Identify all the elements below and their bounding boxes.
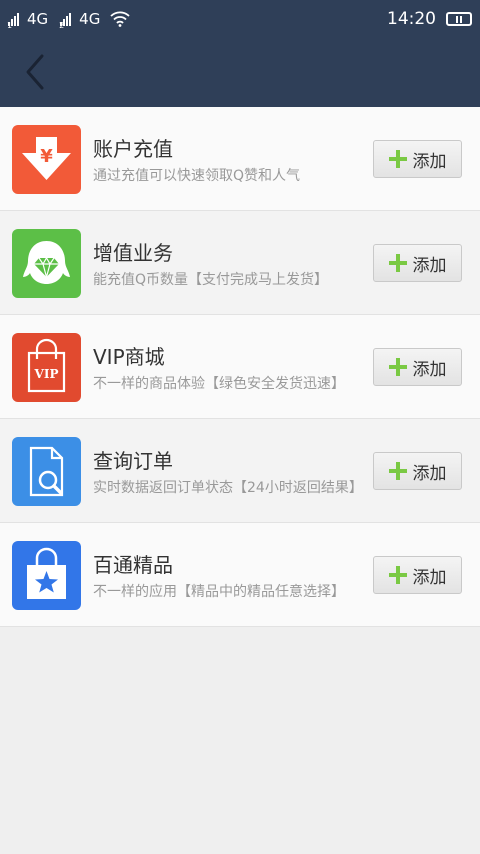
list-item[interactable]: ¥ 账户充值 通过充值可以快速领取Q赞和人气 添加 — [0, 107, 480, 211]
add-button[interactable]: 添加 — [373, 556, 462, 594]
status-bar: 1 4G 2 4G 14:20 — [0, 0, 480, 38]
plus-icon — [388, 462, 407, 480]
title-bar — [0, 38, 480, 107]
add-button[interactable]: 添加 — [373, 140, 462, 178]
add-button-label: 添加 — [412, 255, 447, 276]
list-item[interactable]: 百通精品 不一样的应用【精品中的精品任意选择】 添加 — [0, 523, 480, 627]
network-type-sim2: 4G — [79, 10, 101, 28]
back-button[interactable] — [20, 52, 50, 92]
status-right: 14:20 — [387, 0, 472, 38]
vip-bag-icon: VIP — [12, 333, 81, 402]
add-button-label: 添加 — [412, 567, 447, 588]
item-title: 查询订单 — [93, 449, 173, 473]
wifi-icon — [110, 11, 130, 27]
plus-icon — [388, 254, 407, 272]
penguin-diamond-icon — [12, 229, 81, 298]
service-list: ¥ 账户充值 通过充值可以快速领取Q赞和人气 添加 增值业务 能充值Q币数量【支… — [0, 107, 480, 627]
star-bag-icon — [12, 541, 81, 610]
item-title: VIP商城 — [93, 345, 165, 369]
add-button-label: 添加 — [412, 151, 447, 172]
list-item[interactable]: 增值业务 能充值Q币数量【支付完成马上发货】 添加 — [0, 211, 480, 315]
signal-icon: 1 — [7, 12, 19, 30]
add-button-label: 添加 — [412, 359, 447, 380]
list-item[interactable]: 查询订单 实时数据返回订单状态【24小时返回结果】 添加 — [0, 419, 480, 523]
item-description: 能充值Q币数量【支付完成马上发货】 — [93, 272, 329, 288]
chevron-left-icon — [26, 54, 44, 90]
svg-text:VIP: VIP — [34, 367, 59, 381]
add-button[interactable]: 添加 — [373, 244, 462, 282]
item-description: 通过充值可以快速领取Q赞和人气 — [93, 168, 301, 184]
plus-icon — [388, 150, 407, 168]
battery-icon — [446, 12, 472, 26]
item-description: 不一样的应用【精品中的精品任意选择】 — [93, 584, 345, 600]
status-left: 1 4G 2 4G — [7, 0, 130, 38]
list-item[interactable]: VIP VIP商城 不一样的商品体验【绿色安全发货迅速】 添加 — [0, 315, 480, 419]
item-description: 实时数据返回订单状态【24小时返回结果】 — [93, 480, 363, 496]
plus-icon — [388, 566, 407, 584]
add-button[interactable]: 添加 — [373, 452, 462, 490]
plus-icon — [388, 358, 407, 376]
signal-icon: 2 — [59, 12, 72, 30]
item-title: 百通精品 — [93, 553, 173, 577]
svg-text:¥: ¥ — [40, 146, 53, 167]
document-search-icon — [12, 437, 81, 506]
yen-download-icon: ¥ — [12, 125, 81, 194]
item-title: 增值业务 — [93, 241, 173, 265]
item-description: 不一样的商品体验【绿色安全发货迅速】 — [93, 376, 345, 392]
network-type-sim1: 4G — [27, 10, 49, 28]
add-button[interactable]: 添加 — [373, 348, 462, 386]
add-button-label: 添加 — [412, 463, 447, 484]
item-title: 账户充值 — [93, 137, 173, 161]
clock: 14:20 — [387, 9, 436, 29]
